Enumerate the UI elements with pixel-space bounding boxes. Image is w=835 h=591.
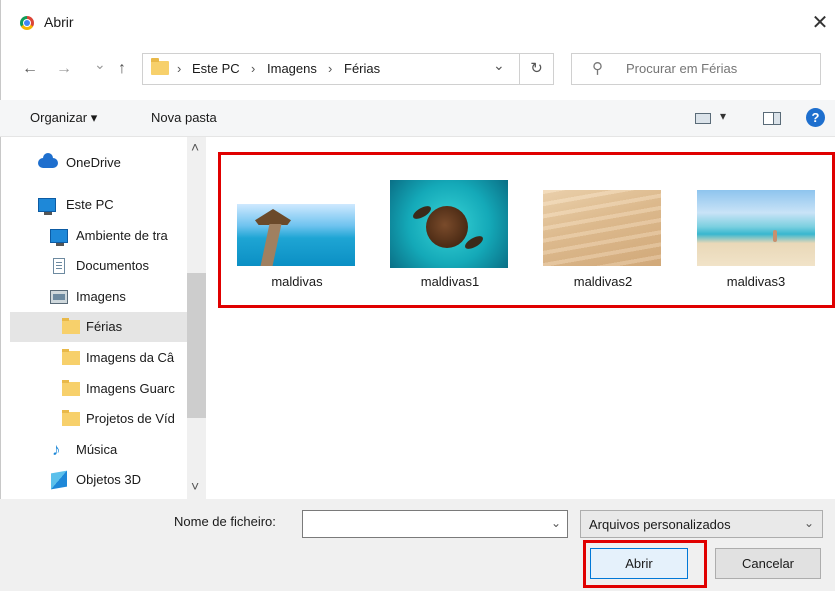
sidebar-item-label: Ambiente de tra [76,228,168,243]
documents-icon [53,258,65,274]
scroll-up-icon[interactable]: ˄ [191,139,199,155]
sidebar-item-images[interactable]: Imagens [10,282,195,312]
new-folder-button[interactable]: Nova pasta [151,110,217,125]
sidebar-item-label: Este PC [66,197,114,212]
desktop-icon [50,229,68,246]
search-box[interactable]: ⚲ [571,53,821,85]
recent-locations-chevron-icon[interactable]: ⌄ [94,56,106,73]
music-icon: ♪ [52,440,61,459]
sidebar-item-label: OneDrive [66,155,121,170]
sidebar-item-label: Imagens Guarc [86,381,175,396]
sidebar-item-label: Música [76,442,118,457]
breadcrumb-separator: › [251,61,256,76]
back-arrow-icon[interactable]: ← [22,60,38,78]
open-button-highlight-box [583,540,707,588]
sidebar-item-documents[interactable]: Documentos [10,251,195,281]
breadcrumb-separator: › [328,61,333,76]
folder-icon [62,410,80,426]
breadcrumb-imagens[interactable]: Imagens [267,61,317,76]
sidebar-item-3d-objects[interactable]: Objetos 3D [10,465,195,495]
sidebar-item-music[interactable]: ♪ Música [10,435,195,465]
folder-icon [62,380,80,396]
sidebar-item-onedrive[interactable]: OneDrive [10,148,195,178]
sidebar-item-label: Imagens [76,289,126,304]
file-type-select[interactable]: Arquivos personalizados ⌄ [580,510,823,538]
refresh-button[interactable]: ↻ [520,53,554,85]
scroll-down-icon[interactable]: ˅ [191,478,199,494]
address-bar[interactable]: › Este PC › Imagens › Férias ⌄ [142,53,520,85]
refresh-icon: ↻ [530,60,543,77]
search-icon: ⚲ [592,60,603,77]
breadcrumb-este-pc[interactable]: Este PC [192,61,240,76]
preview-pane-icon[interactable] [763,112,781,125]
filename-input[interactable] [307,516,541,533]
title-bar [0,0,835,44]
chrome-logo-icon [20,16,34,30]
folder-icon [151,58,169,75]
sidebar-item-este-pc[interactable]: Este PC [10,190,195,220]
sidebar-item-label: Documentos [76,258,149,273]
sidebar-item-label: Projetos de Víd [86,411,175,426]
window-title: Abrir [44,14,74,30]
files-highlight-box [218,152,835,308]
filename-label: Nome de ficheiro: [174,514,276,529]
onedrive-cloud-icon [38,153,58,168]
folder-icon [62,318,80,334]
sidebar-scrollbar-thumb[interactable] [187,273,206,418]
monitor-icon [38,198,56,215]
close-button[interactable]: ✕ [810,10,830,35]
3d-objects-icon [51,470,67,490]
filename-field[interactable]: ⌄ [302,510,568,538]
breadcrumb-separator: › [177,61,182,76]
sidebar-item-camera-images[interactable]: Imagens da Câ [10,343,195,373]
address-dropdown-chevron-icon[interactable]: ⌄ [493,57,505,74]
sidebar-item-desktop[interactable]: Ambiente de tra [10,221,195,251]
sidebar-item-video-projects[interactable]: Projetos de Víd [10,404,195,434]
organize-menu-button[interactable]: Organizar ▾ [30,110,97,126]
images-icon [50,290,68,304]
forward-arrow-icon[interactable]: → [56,60,72,78]
navigation-pane[interactable]: OneDrive Este PC Ambiente de tra Documen… [10,137,206,499]
file-type-chevron-icon: ⌄ [803,516,814,530]
sidebar-item-ferias[interactable]: Férias [10,312,195,342]
folder-icon [62,349,80,365]
help-icon[interactable]: ? [806,108,825,127]
filename-dropdown-chevron-icon[interactable]: ⌄ [551,516,561,530]
cancel-button[interactable]: Cancelar [715,548,821,579]
sidebar-item-label: Imagens da Câ [86,350,175,365]
sidebar-item-saved-images[interactable]: Imagens Guarc [10,374,195,404]
view-options-button[interactable]: ▾ [695,108,733,128]
breadcrumb-ferias[interactable]: Férias [344,61,380,76]
sidebar-item-label: Objetos 3D [76,472,142,487]
sidebar-item-label: Férias [86,319,123,334]
up-arrow-icon[interactable]: ↑ [118,60,126,78]
view-icon [695,113,711,124]
view-dropdown-chevron-icon: ▾ [720,109,727,123]
file-type-value: Arquivos personalizados [589,517,731,532]
search-input[interactable] [624,60,818,77]
